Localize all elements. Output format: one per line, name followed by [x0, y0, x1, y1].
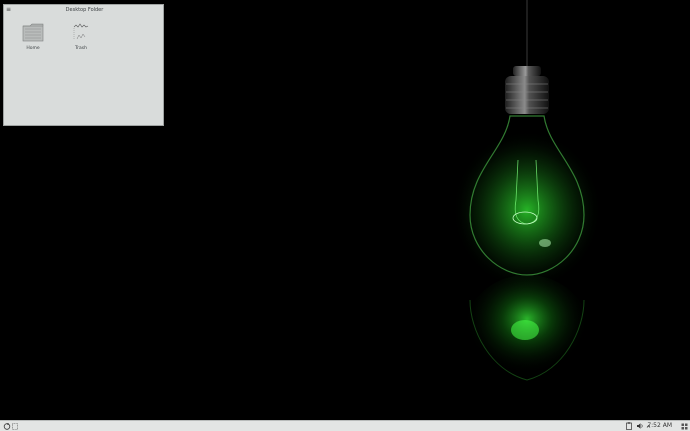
home-folder[interactable]: Home: [18, 23, 48, 51]
desktop[interactable]: ≡ Desktop Folder Home Trash: [0, 0, 690, 420]
taskbar-panel: 7:52 AM: [0, 420, 690, 431]
desktop-folder-widget[interactable]: ≡ Desktop Folder Home Trash: [3, 4, 164, 126]
app-launcher-icon[interactable]: [2, 421, 11, 431]
volume-icon[interactable]: [635, 421, 644, 431]
trash-label: Trash: [75, 46, 87, 51]
virtual-desktop-pager-icon[interactable]: [11, 421, 18, 431]
show-desktop-icon[interactable]: [680, 421, 688, 431]
home-folder-icon: [22, 23, 44, 42]
clipboard-icon[interactable]: [625, 421, 633, 431]
trash-icon: [73, 23, 89, 40]
trash-folder[interactable]: Trash: [66, 23, 96, 51]
folder-widget-title: Desktop Folder: [65, 7, 104, 13]
clock[interactable]: 7:52 AM: [647, 421, 672, 431]
home-folder-label: Home: [26, 46, 40, 51]
